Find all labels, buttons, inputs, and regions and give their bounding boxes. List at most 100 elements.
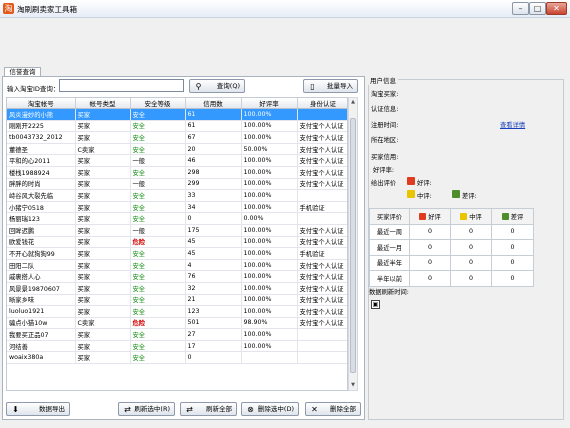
table-cell: 100.00% (241, 340, 298, 353)
rating-header-medium: 中评 (450, 208, 492, 225)
medium-rating-icon (407, 190, 415, 198)
bad-rating-icon (501, 213, 509, 221)
table-cell: 100.00% (241, 201, 298, 214)
table-row[interactable]: 小猪宁0518 买家 安全 34 100.00% 手机验证 (7, 201, 347, 214)
medium-rating-label: 中评: (417, 193, 432, 200)
table-row[interactable]: 杨丽瑞123 买家 安全 0 0.00% (7, 212, 347, 225)
table-cell: 50.00% (241, 143, 298, 156)
export-data-button[interactable]: ⬇ 数据导出 (6, 402, 70, 416)
rating-cell: 0 (409, 254, 451, 271)
table-row[interactable]: 刚刚开2225 买家 安全 61 100.00% 支付宝个人认证 (7, 120, 347, 133)
table-row[interactable]: 峙谷风大裂先临 买家 安全 33 100.00% (7, 189, 347, 202)
table-cell: 100.00% (241, 270, 298, 283)
download-icon: ⬇ (12, 405, 19, 414)
refresh-selected-button[interactable]: ⇄ 刷新选中(R) (118, 402, 175, 416)
table-cell: 支付宝个人认证 (297, 178, 347, 191)
table-row[interactable]: 平和的心2011 买家 一般 46 100.00% 支付宝个人认证 (7, 154, 347, 167)
maximize-button[interactable]: □ (529, 2, 546, 15)
column-header[interactable]: 身份认证 (297, 98, 347, 109)
rating-header-bad: 差评 (491, 208, 534, 225)
table-cell: 安全 (130, 131, 186, 144)
table-row[interactable]: 胖胖的时尚 买家 一般 299 100.00% 支付宝个人认证 (7, 178, 347, 191)
table-cell (297, 328, 347, 341)
table-row[interactable]: 不开心就狗狗99 买家 安全 45 100.00% 手机验证 (7, 247, 347, 260)
table-cell: 支付宝个人认证 (297, 154, 347, 167)
refresh-time-icon[interactable]: ▣ (371, 300, 380, 309)
rating-cell: 半年以前 (369, 270, 410, 287)
table-cell: 杨丽瑞123 (7, 212, 76, 225)
table-cell: 楼栈1988924 (7, 166, 76, 179)
column-header[interactable]: 信用数 (185, 98, 242, 109)
table-cell: 安全 (130, 270, 186, 283)
table-cell (297, 340, 347, 353)
taobao-buyer-label: 淘宝买家: (371, 91, 399, 98)
table-cell: 100.00% (241, 178, 298, 191)
table-scrollbar[interactable]: ▲ ▼ (348, 97, 358, 391)
table-row[interactable]: luoluo1921 买家 安全 123 100.00% 支付宝个人认证 (7, 305, 347, 318)
table-row[interactable]: 我要买正品07 买家 安全 27 100.00% (7, 328, 347, 341)
table-row[interactable]: 欧爱钱花 买家 危险 45 100.00% 支付宝个人认证 (7, 236, 347, 249)
table-cell: 46 (185, 154, 242, 167)
minimize-button[interactable]: – (512, 2, 529, 15)
table-row[interactable]: 骗点小猫10w C卖家 危险 501 98.90% 支付宝个人认证 (7, 317, 347, 330)
delete-selected-button[interactable]: ⊗ 删除选中(D) (241, 402, 299, 416)
table-row[interactable]: 回眸迟鹏 买家 一般 175 100.00% 支付宝个人认证 (7, 224, 347, 237)
table-cell: 骗点小猫10w (7, 317, 76, 330)
table-cell: 100.00% (241, 154, 298, 167)
table-row[interactable]: tb0043732_2012 买家 安全 67 100.00% 支付宝个人认证 (7, 131, 347, 144)
rating-cell: 0 (491, 223, 534, 240)
rating-cell: 0 (491, 239, 534, 256)
table-row[interactable]: 楼栈1988924 买家 安全 298 100.00% 支付宝个人认证 (7, 166, 347, 179)
table-cell: 100.00% (241, 120, 298, 133)
table-row[interactable]: 戚裹搭人心 买家 安全 76 100.00% 支付宝个人认证 (7, 270, 347, 283)
rating-row: 半年以前 0 0 0 (369, 270, 534, 287)
table-cell: 买家 (75, 166, 131, 179)
table-cell: 安全 (130, 189, 186, 202)
document-icon: ▯ (310, 82, 315, 91)
close-button[interactable]: ✕ (546, 2, 567, 15)
table-row[interactable]: woaix380a 买家 安全 0 (7, 351, 347, 365)
table-cell: 100.00% (241, 259, 298, 272)
batch-import-button[interactable]: ▯ 批量导入 (303, 79, 358, 93)
column-header[interactable]: 好评率 (241, 98, 298, 109)
close-icon: ✕ (311, 405, 318, 414)
query-button[interactable]: ⚲ 查询(Q) (189, 79, 245, 93)
table-cell: 不开心就狗狗99 (7, 247, 76, 260)
table-row[interactable]: 晰家乡味 买家 安全 21 100.00% 支付宝个人认证 (7, 294, 347, 307)
scroll-down-arrow-icon[interactable]: ▼ (349, 381, 357, 390)
column-header[interactable]: 帐号类型 (75, 98, 131, 109)
table-cell: 100.00% (241, 166, 298, 179)
rating-cell: 0 (450, 270, 492, 287)
table-cell: 安全 (130, 340, 186, 353)
table-row[interactable]: 田阳二队 买家 安全 4 100.00% 支付宝个人认证 (7, 259, 347, 272)
table-cell: 100.00% (241, 282, 298, 295)
rating-cell: 0 (450, 223, 492, 240)
table-cell: 安全 (130, 120, 186, 133)
table-cell: 100.00% (241, 108, 298, 121)
refresh-all-button[interactable]: ⇄ 刷新全部 (180, 402, 237, 416)
table-cell: 董德圣 (7, 143, 76, 156)
good-rating-icon (419, 213, 427, 221)
rating-cell: 0 (491, 270, 534, 287)
scroll-up-arrow-icon[interactable]: ▲ (349, 98, 357, 107)
table-row[interactable]: 河结善 买家 安全 17 100.00% (7, 340, 347, 353)
rating-table: 买家评价 好评 中评 差评 最近一周 0 0 0 最近一月 0 0 0 最近半年 0 0 0 半年以前 0… (369, 208, 534, 287)
table-cell: 安全 (130, 351, 186, 365)
delete-all-button[interactable]: ✕ 删除全部 (305, 402, 361, 416)
column-header[interactable]: 安全等级 (130, 98, 186, 109)
search-label: 输入淘宝ID查询： (7, 85, 60, 93)
medium-rating-icon (460, 213, 468, 221)
table-cell: 买家 (75, 212, 131, 225)
table-row[interactable]: 董德圣 C卖家 安全 20 50.00% 支付宝个人认证 (7, 143, 347, 156)
table-cell: 风炎漫妙的小熊 (7, 108, 76, 121)
search-input[interactable] (59, 79, 184, 92)
table-row[interactable]: 风景景19870607 买家 安全 32 100.00% 支付宝个人认证 (7, 282, 347, 295)
table-row[interactable]: 风炎漫妙的小熊 买家 安全 61 100.00% (7, 108, 347, 121)
refresh-icon: ⇄ (124, 405, 131, 414)
table-cell: 买家 (75, 305, 131, 318)
column-header[interactable]: 淘宝帐号 (7, 98, 76, 109)
rating-cell: 0 (409, 223, 451, 240)
table-cell: 支付宝个人认证 (297, 282, 347, 295)
view-details-link[interactable]: 查看详情 (500, 120, 525, 129)
scroll-thumb[interactable] (350, 118, 356, 373)
